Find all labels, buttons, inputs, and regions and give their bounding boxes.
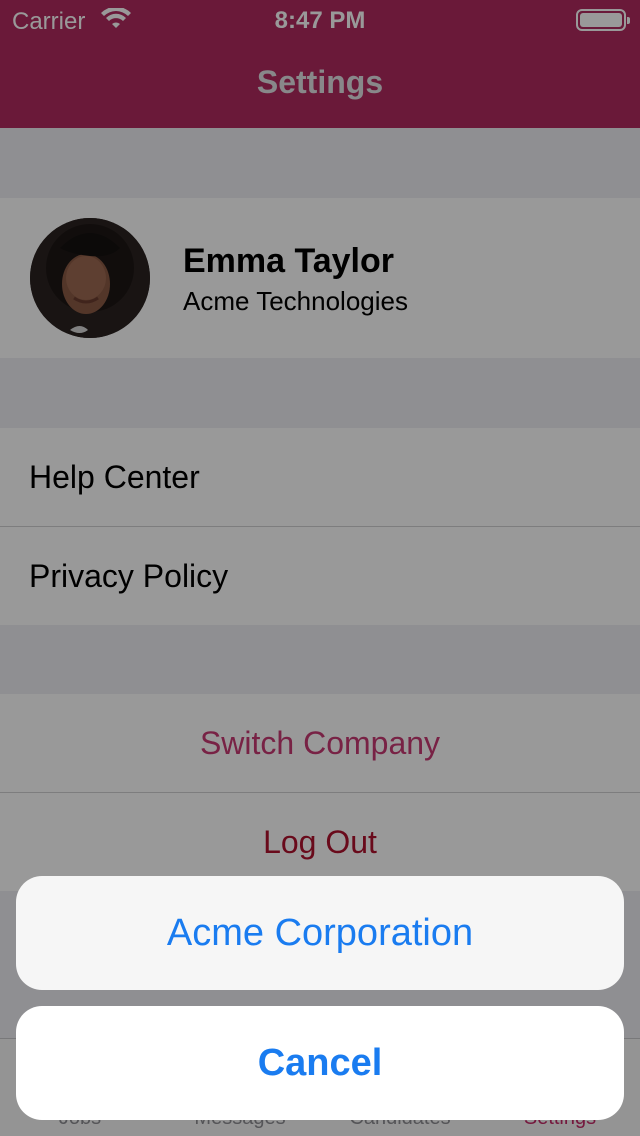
- cancel-button[interactable]: Cancel: [16, 1006, 624, 1120]
- company-option-acme-corporation[interactable]: Acme Corporation: [16, 876, 624, 990]
